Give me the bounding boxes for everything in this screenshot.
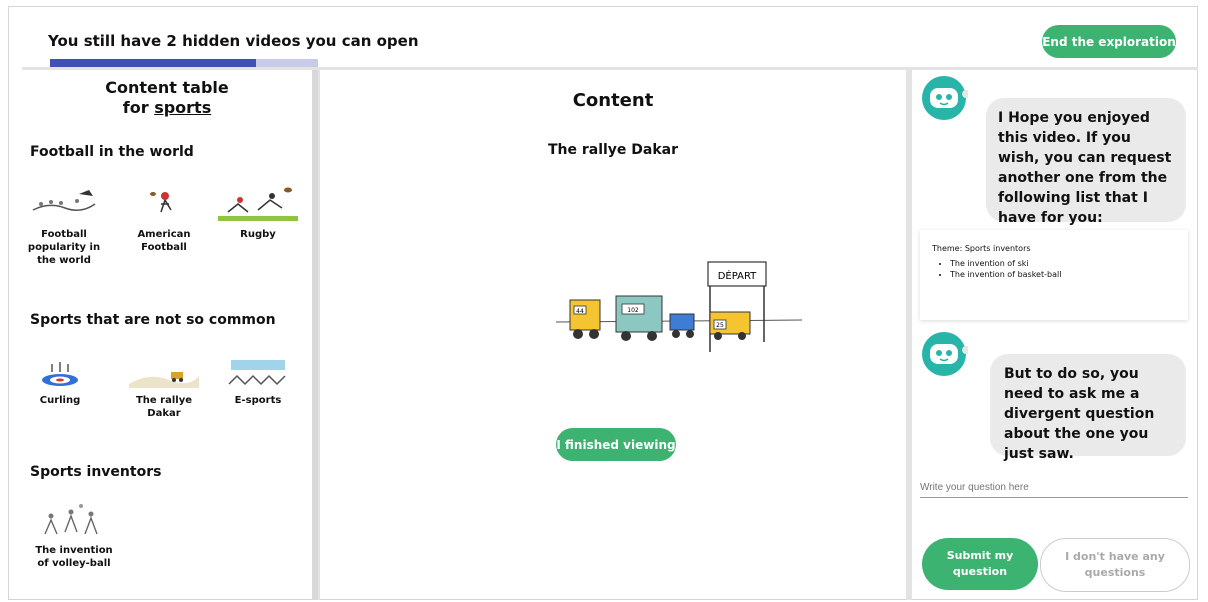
content-heading: Content	[572, 90, 654, 111]
theme-list: The invention of ski The invention of ba…	[932, 259, 1176, 279]
end-exploration-button[interactable]: End the exploration	[1042, 25, 1176, 58]
theme-label: Theme: Sports inventors	[932, 244, 1031, 253]
progress-bar	[50, 59, 318, 67]
question-input[interactable]	[920, 478, 1188, 498]
thumb-label: Rugby	[240, 229, 276, 240]
hidden-videos-text: You still have 2 hidden videos you can o…	[48, 32, 419, 50]
depart-sign-text: DÉPART	[718, 269, 757, 282]
desert-rally-icon	[129, 372, 199, 388]
chat-panel: I Hope you enjoyed this video. If you wi…	[912, 70, 1198, 600]
video-thumb[interactable]: Rugby	[216, 182, 300, 241]
theme-card: Theme: Sports inventors The invention of…	[920, 230, 1188, 320]
content-panel: Content The rallye Dakar DÉPART 44 102 2…	[320, 70, 906, 600]
progress-fill	[50, 59, 257, 67]
thumb-label: Football popularity in the world	[27, 229, 101, 266]
esports-crowd-icon	[228, 360, 286, 386]
robot-avatar-icon	[922, 76, 968, 120]
section-title: Sports that are not so common	[30, 312, 276, 328]
thumb-label: Curling	[39, 395, 81, 406]
submit-question-button[interactable]: Submit my question	[922, 538, 1038, 590]
video-thumb[interactable]: American Football	[122, 182, 206, 254]
thumb-label: E-sports	[234, 395, 282, 406]
car-number: 44	[576, 308, 584, 315]
bot-message: But to do so, you need to ask me a diver…	[990, 354, 1186, 462]
american-football-player-icon	[150, 192, 172, 213]
curling-target-icon	[42, 362, 78, 386]
toc-topic: sports	[154, 98, 212, 117]
car-number: 102	[627, 307, 639, 314]
thumb-label: The invention of volley-ball	[35, 545, 113, 569]
finished-viewing-button[interactable]: I finished viewing	[556, 428, 676, 461]
video-thumb[interactable]: The invention of volley-ball	[32, 502, 116, 570]
video-thumb[interactable]: E-sports	[216, 358, 300, 407]
content-table-panel: Content table for sports Football in the…	[22, 70, 312, 600]
thumb-label: American Football	[137, 229, 191, 253]
no-questions-button[interactable]: I don't have any questions	[1040, 538, 1190, 592]
rugby-players-icon	[218, 187, 298, 221]
car-number: 25	[716, 322, 724, 329]
video-thumb[interactable]: Football popularity in the world	[22, 182, 106, 267]
toc-title-line2: for sports	[122, 98, 212, 117]
volleyball-players-icon	[44, 504, 98, 535]
video-thumb[interactable]: The rallye Dakar	[122, 358, 206, 420]
section-title: Football in the world	[30, 144, 194, 160]
theme-item[interactable]: The invention of ski	[950, 259, 1176, 268]
rallye-dakar-illustration[interactable]: DÉPART 44 102 25	[552, 256, 812, 362]
toc-title-line1: Content table	[105, 78, 229, 97]
theme-item[interactable]: The invention of basket-ball	[950, 270, 1176, 279]
football-crowd-icon	[32, 190, 96, 211]
toc-title: Content table for sports	[22, 78, 312, 118]
robot-avatar-icon	[922, 332, 968, 376]
section-title: Sports inventors	[30, 464, 162, 480]
video-thumb[interactable]: Curling	[30, 358, 90, 407]
bot-message: I Hope you enjoyed this video. If you wi…	[986, 98, 1186, 226]
video-title: The rallye Dakar	[547, 142, 679, 158]
thumb-label: The rallye Dakar	[135, 395, 193, 419]
